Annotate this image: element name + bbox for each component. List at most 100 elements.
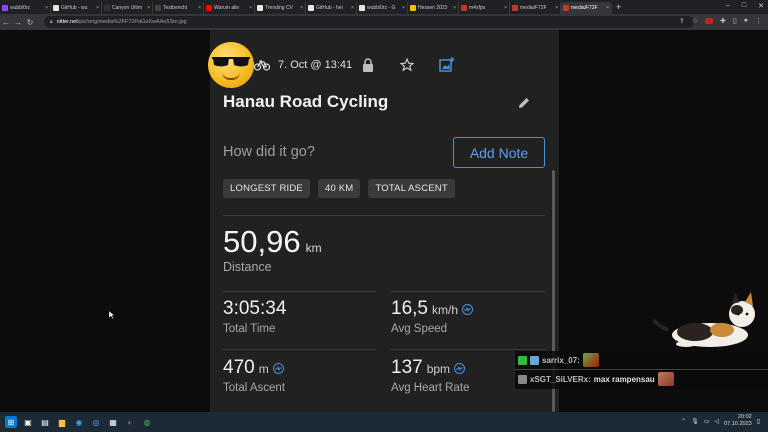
browser-tab[interactable]: Hessen 2023 × — [408, 2, 459, 14]
browser-tab[interactable]: wubbl0rz × — [0, 2, 51, 14]
file-explorer-icon[interactable]: ▆ — [56, 416, 68, 428]
edge-icon[interactable]: ◉ — [73, 416, 85, 428]
notification-icon[interactable]: ▯ — [757, 418, 760, 425]
activity-date-time: 7. Oct @ 13:41 — [278, 59, 353, 71]
volume-icon[interactable]: ◁ — [715, 418, 720, 425]
site-info-icon[interactable]: 🔒︎ — [50, 19, 53, 25]
terminal-icon[interactable]: ▤ — [39, 416, 51, 428]
close-tab-icon[interactable]: × — [504, 5, 507, 11]
browser-tab[interactable]: Warum alle × — [204, 2, 255, 14]
badge[interactable]: 40 KM — [317, 179, 361, 198]
distance-value-row: 50,96 km — [223, 224, 322, 260]
bookmark-star-icon[interactable]: ☆ — [692, 17, 698, 25]
browser-tab[interactable]: wubbl0rz - G × — [357, 2, 408, 14]
tab-label: GitHub - wu — [61, 5, 88, 11]
browser-tab[interactable]: m4xfps × — [459, 2, 510, 14]
tab-favicon-icon — [359, 5, 365, 11]
browser-tab[interactable]: GitHub - hei × — [306, 2, 357, 14]
close-tab-icon[interactable]: × — [198, 5, 201, 11]
badge[interactable]: TOTAL ASCENT — [368, 179, 455, 198]
tab-favicon-icon — [155, 5, 161, 11]
close-tab-icon[interactable]: × — [45, 5, 48, 11]
task-view-icon[interactable]: ▣ — [22, 416, 34, 428]
browser-tab[interactable]: GitHub - wu × — [51, 2, 102, 14]
browser-tab[interactable]: Trending CV × — [255, 2, 306, 14]
close-tab-icon[interactable]: × — [96, 5, 99, 11]
close-tab-icon[interactable]: × — [147, 5, 150, 11]
badge[interactable]: LONGEST RIDE — [223, 179, 310, 198]
app-icon[interactable]: ◐ — [124, 416, 136, 428]
total-time-stat: 3:05:34 Total Time — [223, 298, 286, 335]
activity-meta: 7. Oct @ 13:41 — [254, 56, 352, 74]
minimize-icon[interactable]: – — [726, 2, 730, 10]
back-icon[interactable]: ← — [0, 18, 12, 27]
profile-icon[interactable]: ● — [744, 17, 748, 25]
clock-date: 07.10.2023 — [724, 421, 752, 427]
close-tab-icon[interactable]: × — [402, 5, 405, 11]
mouse-cursor-icon — [109, 311, 115, 319]
star-icon[interactable] — [399, 56, 415, 74]
chat-message: xSGT_SiLVERx: max rampensau — [515, 370, 768, 388]
window-controls: – □ ✕ — [726, 2, 764, 10]
tab-favicon-icon — [53, 5, 59, 11]
distance-value: 50,96 — [223, 224, 301, 259]
chat-message: sarrix_07: — [515, 351, 768, 369]
address-bar-row: ← → ↻ 🔒︎ nitter.net/pic/orig/media%2FF72… — [0, 14, 768, 30]
achievement-badges: LONGEST RIDE 40 KM TOTAL ASCENT — [223, 179, 455, 198]
close-tab-icon[interactable]: × — [453, 5, 456, 11]
browser-tab[interactable]: media/F72F × — [510, 2, 561, 14]
trend-icon[interactable] — [462, 303, 473, 315]
share-icon[interactable]: ⇪ — [679, 17, 685, 25]
emote-icon — [657, 372, 674, 386]
browser-tab[interactable]: Canyon Ultim × — [102, 2, 153, 14]
sidebar-icon[interactable]: ▯ — [733, 17, 737, 25]
microphone-icon[interactable]: 🎙︎ — [691, 418, 699, 425]
maximize-icon[interactable]: □ — [742, 2, 746, 10]
edit-pencil-icon[interactable] — [517, 96, 531, 110]
note-prompt[interactable]: How did it go? — [223, 144, 315, 160]
forward-icon[interactable]: → — [12, 18, 24, 27]
activity-card — [210, 30, 559, 412]
sunglasses-icon — [212, 57, 250, 67]
tab-label: media/F72F — [520, 5, 547, 11]
close-tab-icon[interactable]: × — [351, 5, 354, 11]
browser-tab[interactable]: Testbericht × — [153, 2, 204, 14]
add-photo-icon[interactable] — [439, 56, 455, 74]
avg-speed-label: Avg Speed — [391, 323, 448, 335]
reload-icon[interactable]: ↻ — [24, 18, 36, 27]
trend-icon[interactable] — [454, 362, 466, 374]
chrome-icon[interactable]: ◍ — [141, 416, 153, 428]
tab-label: media/F72F — [571, 5, 598, 11]
total-ascent-stat[interactable]: 470 m Total Ascent — [223, 357, 285, 394]
tab-favicon-icon — [206, 5, 212, 11]
tab-label: Canyon Ultim — [112, 5, 143, 11]
app-icon[interactable]: ▦ — [107, 416, 119, 428]
close-tab-icon[interactable]: × — [555, 5, 558, 11]
url-path: /pic/orig/media%2FF72PaGnXwAAo5Sm.jpg — [77, 19, 187, 25]
add-note-button[interactable]: Add Note — [453, 137, 545, 168]
avg-speed-stat[interactable]: 16,5 km/h Avg Speed — [391, 298, 473, 335]
tab-label: Trending CV — [265, 5, 293, 11]
chat-username: sarrix_07: — [542, 355, 580, 365]
tab-favicon-icon — [410, 5, 416, 11]
network-icon[interactable]: ▭ — [704, 418, 710, 425]
close-window-icon[interactable]: ✕ — [758, 2, 764, 10]
close-tab-icon[interactable]: × — [606, 5, 609, 11]
browser-tab[interactable]: media/F72F × — [561, 2, 612, 14]
tray-chevron-icon[interactable]: ⌃ — [681, 418, 686, 425]
divider — [223, 291, 376, 292]
clock[interactable]: 20:02 07.10.2023 — [724, 414, 752, 428]
close-tab-icon[interactable]: × — [300, 5, 303, 11]
avg-heart-rate-stat[interactable]: 137 bpm Avg Heart Rate — [391, 357, 469, 394]
browser-icon[interactable]: ◎ — [90, 416, 102, 428]
close-tab-icon[interactable]: × — [249, 5, 252, 11]
extension-icon[interactable] — [705, 18, 714, 24]
trend-icon[interactable] — [272, 362, 284, 374]
new-tab-icon[interactable]: + — [616, 2, 621, 12]
lock-icon[interactable] — [360, 56, 376, 74]
puzzle-extensions-icon[interactable]: ✚ — [720, 17, 726, 25]
avg-hr-label: Avg Heart Rate — [391, 382, 470, 394]
start-windows-icon[interactable]: ⊞ — [5, 416, 17, 428]
menu-kebab-icon[interactable]: ⋮ — [755, 17, 762, 25]
url-input[interactable]: 🔒︎ nitter.net/pic/orig/media%2FF72PaGnXw… — [44, 16, 694, 28]
